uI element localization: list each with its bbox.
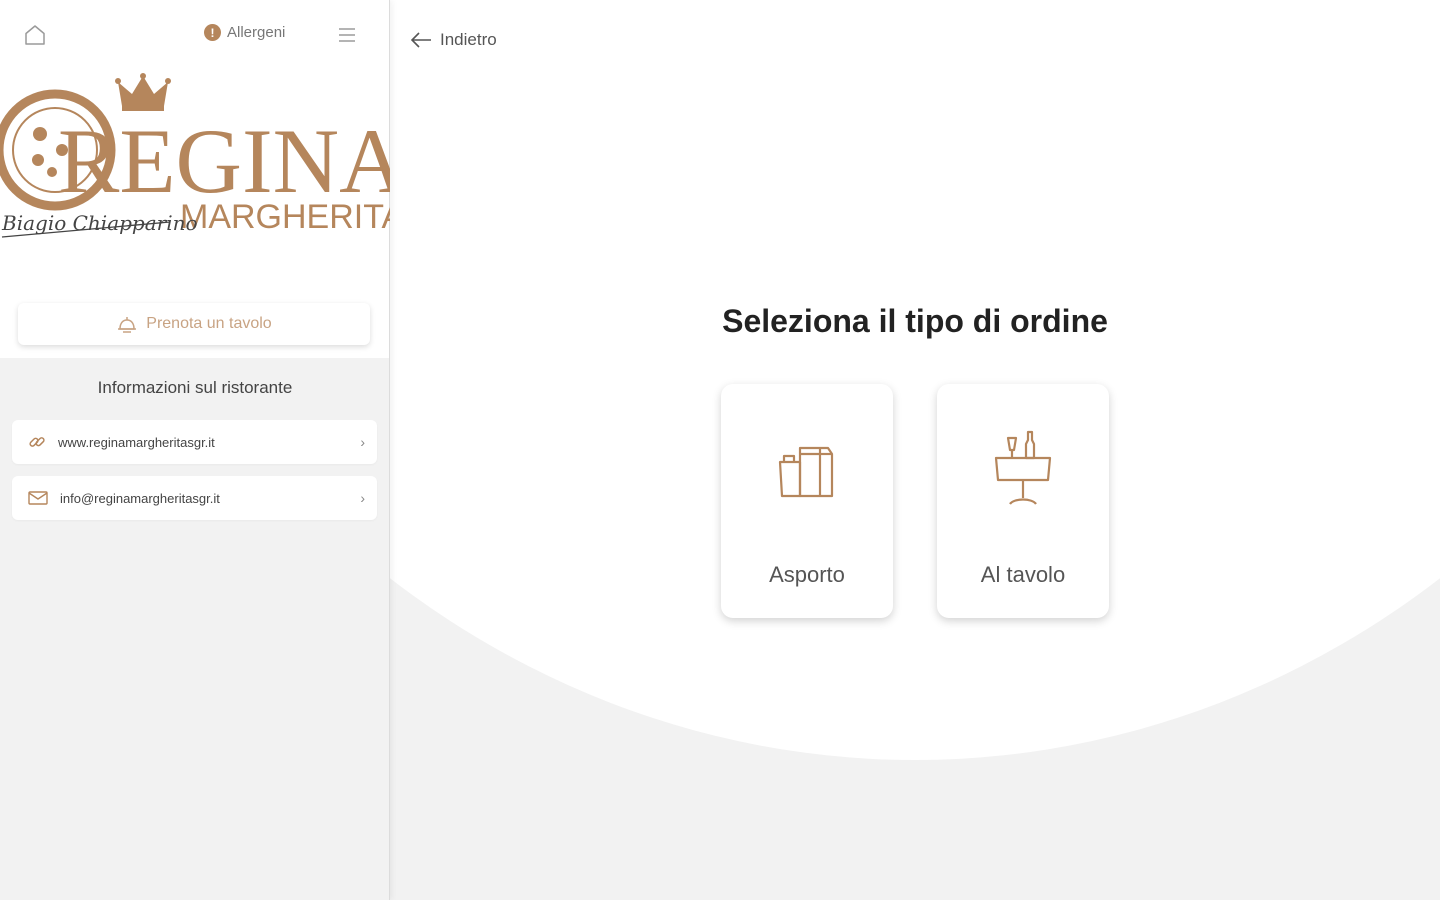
crown-icon (115, 73, 171, 111)
order-type-options: Asporto Al tavolo (721, 384, 1109, 618)
hamburger-menu-icon (339, 28, 355, 42)
reservation-bell-icon (118, 317, 137, 333)
page-title: Seleziona il tipo di ordine (722, 303, 1108, 339)
logo-brand-text: REGINA (58, 110, 390, 212)
menu-button[interactable] (334, 21, 360, 49)
info-alert-icon: ! (204, 24, 221, 41)
takeaway-bag-icon (767, 428, 847, 512)
takeaway-label: Asporto (769, 562, 845, 587)
sidebar: ! Allergeni REGINA MARGHERITA Biagio Chi… (0, 0, 390, 900)
book-table-button[interactable]: Prenota un tavolo (18, 303, 370, 345)
order-type-panel: Indietro Seleziona il tipo di ordine Asp… (390, 0, 1440, 900)
back-label: Indietro (440, 30, 497, 49)
website-link[interactable]: www.reginamargheritasgr.it › (12, 420, 377, 464)
logo-signature-text: Biagio Chiapparino (1, 211, 198, 235)
allergeni-button[interactable]: ! Allergeni (204, 24, 285, 41)
back-button[interactable]: Indietro (410, 30, 497, 50)
website-link-text: www.reginamargheritasgr.it (58, 434, 215, 450)
sidebar-header: ! Allergeni REGINA MARGHERITA Biagio Chi… (0, 0, 390, 358)
restaurant-info-title: Informazioni sul ristorante (97, 378, 293, 397)
email-link[interactable]: info@reginamargheritasgr.it › (12, 476, 377, 520)
dine-in-option-card[interactable]: Al tavolo (937, 384, 1109, 618)
dining-table-icon (983, 428, 1063, 512)
book-table-label: Prenota un tavolo (146, 315, 272, 332)
home-button[interactable] (20, 20, 50, 50)
logo-sub-text: MARGHERITA (180, 198, 390, 236)
chevron-right-icon: › (360, 490, 365, 506)
allergeni-label: Allergeni (227, 24, 286, 41)
takeaway-option-card[interactable]: Asporto (721, 384, 893, 618)
sidebar-topbar: ! Allergeni (0, 18, 390, 52)
chevron-right-icon: › (360, 434, 365, 450)
link-icon (29, 437, 45, 447)
panel-background (390, 0, 1440, 760)
mail-icon (28, 491, 48, 505)
dine-in-label: Al tavolo (980, 562, 1066, 587)
email-link-text: info@reginamargheritasgr.it (60, 490, 220, 506)
home-icon (25, 25, 45, 45)
arrow-left-icon (410, 32, 431, 48)
restaurant-logo: REGINA MARGHERITA Biagio Chiapparino (0, 72, 390, 252)
